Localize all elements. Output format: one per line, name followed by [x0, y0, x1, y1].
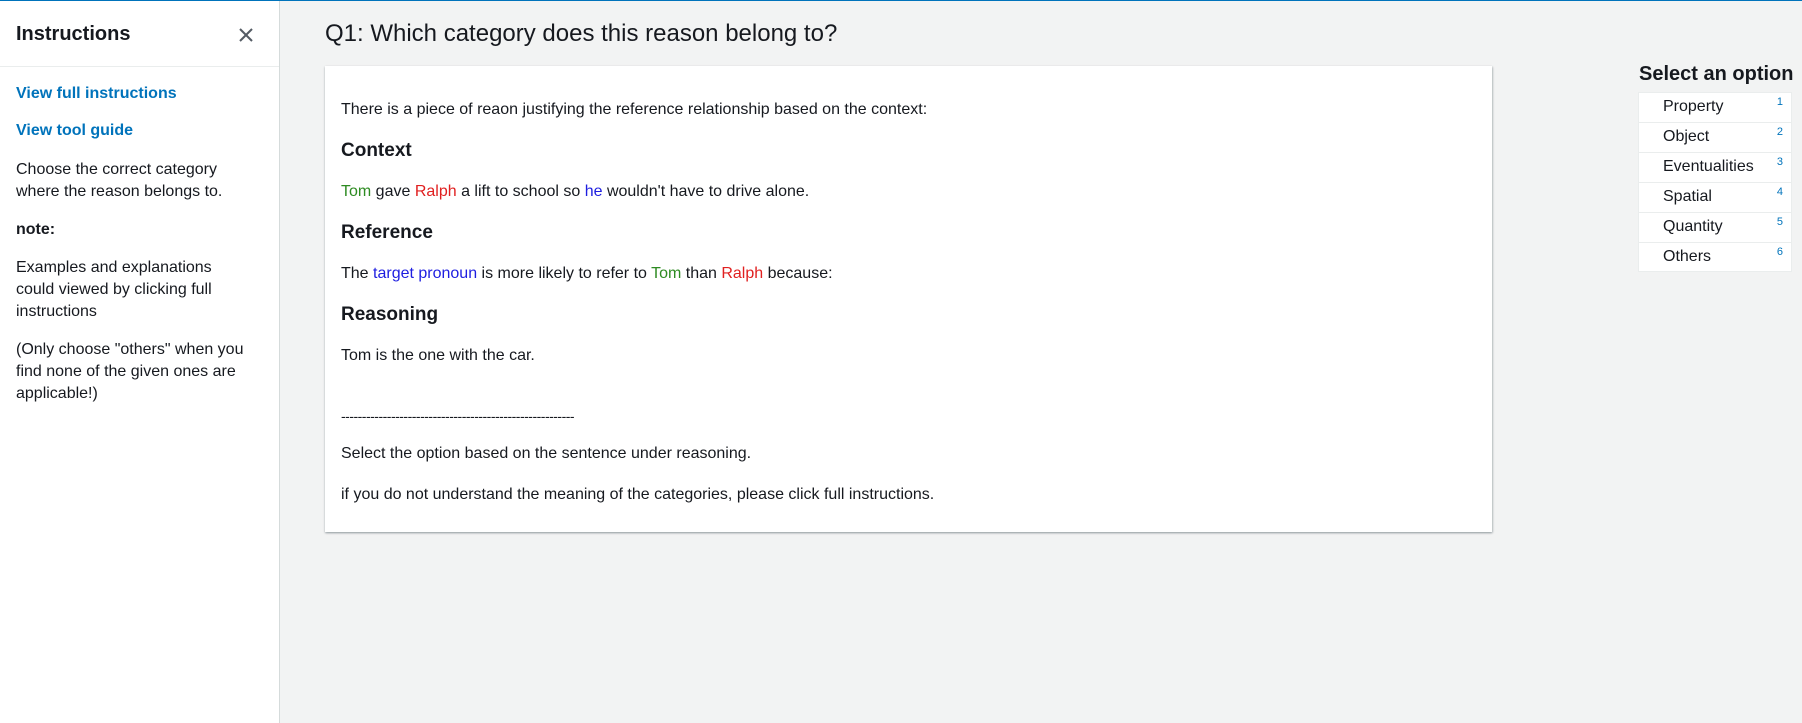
sidebar-title: Instructions — [16, 23, 131, 45]
options-list: Property 1 Object 2 Eventualities 3 Spat… — [1638, 92, 1792, 272]
option-shortcut-key: 2 — [1776, 126, 1783, 138]
reference-text-4: because: — [763, 265, 833, 282]
reasoning-text: Tom is the one with the car. — [341, 347, 535, 364]
option-quantity[interactable]: Quantity 5 — [1638, 212, 1792, 242]
context-text-2: a lift to school so — [456, 183, 585, 200]
sidebar-header: Instructions — [0, 1, 279, 67]
intro-text: There is a piece of reaon justifying the… — [341, 101, 928, 118]
option-object[interactable]: Object 2 — [1638, 122, 1792, 152]
option-shortcut-key: 6 — [1776, 246, 1783, 258]
help-text: if you do not understand the meaning of … — [341, 486, 935, 503]
select-instruction-text: Select the option based on the sentence … — [341, 445, 752, 462]
reference-heading: Reference — [341, 222, 433, 243]
note-label: note: — [16, 221, 56, 238]
option-label: Others — [1663, 248, 1712, 265]
reference-text-2: is more likely to refer to — [477, 265, 652, 282]
option-shortcut-key: 1 — [1776, 96, 1783, 108]
close-icon — [239, 28, 253, 42]
reference-target-pronoun: target pronoun — [373, 265, 478, 282]
context-text-1: gave — [371, 183, 415, 200]
examples-text: Examples and explanations could viewed b… — [16, 259, 212, 320]
reference-sentence: The target pronoun is more likely to ref… — [341, 263, 1476, 285]
view-tool-guide-link[interactable]: View tool guide — [16, 122, 263, 140]
option-others[interactable]: Others 6 — [1638, 242, 1792, 272]
context-sentence: Tom gave Ralph a lift to school so he wo… — [341, 181, 1476, 203]
context-heading: Context — [341, 140, 412, 161]
divider-line: ----------------------------------------… — [341, 408, 575, 424]
view-full-instructions-link[interactable]: View full instructions — [16, 85, 263, 103]
context-name-ralph: Ralph — [414, 183, 457, 200]
context-pronoun: he — [584, 183, 603, 200]
reference-text-1: The — [341, 265, 374, 282]
option-spatial[interactable]: Spatial 4 — [1638, 182, 1792, 212]
option-shortcut-key: 3 — [1776, 156, 1783, 168]
option-eventualities[interactable]: Eventualities 3 — [1638, 152, 1792, 182]
sidebar-body: View full instructions View tool guide C… — [0, 67, 279, 405]
option-label: Quantity — [1663, 218, 1723, 235]
option-shortcut-key: 4 — [1776, 186, 1783, 198]
question-title: Q1: Which category does this reason belo… — [325, 20, 838, 47]
reference-name-ralph: Ralph — [721, 265, 764, 282]
options-title: Select an option — [1639, 63, 1794, 85]
context-name-tom: Tom — [341, 183, 372, 200]
option-label: Spatial — [1663, 188, 1712, 205]
others-hint-text: (Only choose "others" when you find none… — [16, 341, 244, 402]
instruction-text: Choose the correct category where the re… — [16, 161, 223, 200]
task-card: There is a piece of reaon justifying the… — [325, 66, 1492, 532]
instructions-sidebar: Instructions View full instructions View… — [0, 1, 280, 723]
options-panel: Select an option Property 1 Object 2 Eve… — [1638, 63, 1794, 272]
context-text-3: wouldn't have to drive alone. — [602, 183, 810, 200]
reference-text-3: than — [681, 265, 722, 282]
reasoning-heading: Reasoning — [341, 304, 439, 325]
option-shortcut-key: 5 — [1776, 216, 1783, 228]
reference-name-tom: Tom — [651, 265, 682, 282]
option-label: Eventualities — [1663, 158, 1754, 175]
close-sidebar-button[interactable] — [232, 21, 260, 49]
option-property[interactable]: Property 1 — [1638, 92, 1792, 122]
option-label: Property — [1663, 98, 1724, 115]
option-label: Object — [1663, 128, 1710, 145]
